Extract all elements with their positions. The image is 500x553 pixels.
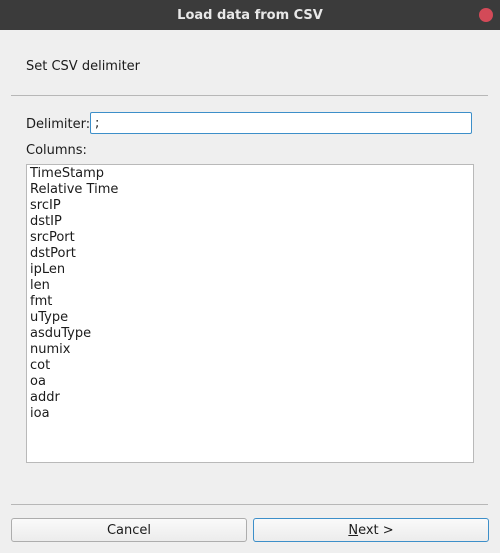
column-item[interactable]: addr xyxy=(30,390,470,406)
columns-list[interactable]: TimeStamp Relative Time srcIP dstIP srcPort d… xyxy=(26,164,474,463)
next-label-rest: ext > xyxy=(358,522,394,538)
close-icon[interactable] xyxy=(479,8,493,22)
header-divider xyxy=(11,95,488,96)
column-item[interactable]: srcIP xyxy=(30,198,470,214)
column-item[interactable]: len xyxy=(30,278,470,294)
page-subtitle: Set CSV delimiter xyxy=(26,59,141,74)
column-item[interactable]: oa xyxy=(30,374,470,390)
cancel-button-label: Cancel xyxy=(106,522,152,538)
column-item[interactable]: ipLen xyxy=(30,262,470,278)
title-bar: Load data from CSV xyxy=(0,0,500,30)
column-item[interactable]: fmt xyxy=(30,294,470,310)
footer-divider xyxy=(11,504,488,505)
columns-label: Columns: xyxy=(26,143,87,158)
next-button-label: Next > xyxy=(348,523,393,538)
window-title: Load data from CSV xyxy=(177,7,323,23)
column-item[interactable]: dstIP xyxy=(30,214,470,230)
column-item[interactable]: asduType xyxy=(30,326,470,342)
column-item[interactable]: TimeStamp xyxy=(30,166,470,182)
next-button[interactable]: Next > xyxy=(253,518,489,542)
column-item[interactable]: Relative Time xyxy=(30,182,470,198)
column-item[interactable]: ioa xyxy=(30,406,470,422)
cancel-button[interactable]: Cancel xyxy=(11,518,247,542)
column-item[interactable]: numix xyxy=(30,342,470,358)
column-item[interactable]: uType xyxy=(30,310,470,326)
delimiter-label: Delimiter: xyxy=(26,117,91,132)
column-item[interactable]: dstPort xyxy=(30,246,470,262)
load-csv-dialog: Load data from CSV Set CSV delimiter Del… xyxy=(0,0,500,553)
column-item[interactable]: srcPort xyxy=(30,230,470,246)
delimiter-input[interactable] xyxy=(90,112,472,134)
column-item[interactable]: cot xyxy=(30,358,470,374)
next-mnemonic: N xyxy=(348,522,359,538)
